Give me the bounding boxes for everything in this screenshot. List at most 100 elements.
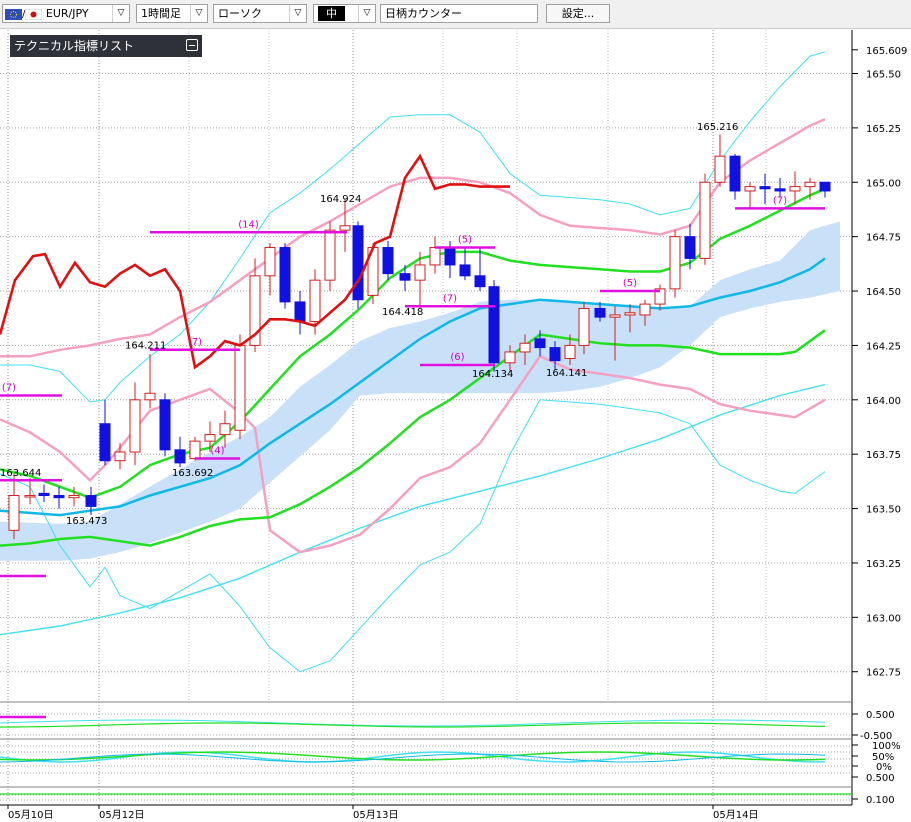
candle — [759, 173, 771, 205]
y-axis-tick-label: 162.75 — [866, 668, 901, 679]
candle-body — [264, 247, 276, 277]
candle-body — [85, 495, 97, 507]
price-annotation: 163.473 — [66, 516, 107, 527]
candle-body — [789, 186, 801, 192]
y-axis-tick-label: 163.75 — [866, 450, 901, 461]
candle — [279, 243, 291, 309]
candle-body — [68, 495, 80, 499]
candle — [99, 399, 111, 466]
y-axis-tick-label: 165.25 — [866, 124, 901, 135]
candle — [219, 410, 231, 448]
sub-panel-label: 0% — [876, 762, 892, 773]
day-counter-label: (7) — [443, 293, 457, 304]
candle — [744, 182, 756, 209]
candle — [24, 478, 36, 505]
candle — [699, 173, 711, 265]
candle-body — [578, 307, 590, 346]
x-axis-date-label: 05月13日 — [353, 809, 398, 821]
price-annotation: 164.924 — [320, 194, 361, 205]
candle-body — [352, 225, 364, 301]
sub-panel-label: 100% — [872, 741, 901, 752]
candle — [654, 284, 666, 311]
candle-body — [279, 247, 291, 303]
candle — [429, 236, 441, 274]
sub-panel-label: 0.100 — [866, 795, 895, 806]
y-axis-tick-label: 164.50 — [866, 287, 901, 298]
day-counter-label: (7) — [2, 382, 16, 393]
candle — [729, 153, 741, 200]
candle-body — [159, 399, 171, 451]
candle-body — [8, 495, 20, 531]
x-axis-date-label: 05月14日 — [713, 809, 758, 821]
candle-body — [38, 492, 50, 497]
candle-body — [53, 495, 65, 499]
candle-body — [382, 247, 394, 275]
day-counter-label: (4) — [210, 446, 224, 457]
candle-body — [744, 186, 756, 192]
candle-body — [564, 344, 576, 359]
minimize-icon[interactable] — [186, 39, 198, 51]
candle — [8, 473, 20, 540]
candle-body — [804, 181, 816, 188]
candle-body — [114, 451, 126, 462]
x-axis-date-label: 05月12日 — [99, 809, 144, 821]
y-axis-tick-label: 164.75 — [866, 233, 901, 244]
candle — [38, 484, 50, 503]
candle — [339, 199, 351, 252]
candle-body — [669, 236, 681, 290]
candle — [382, 241, 394, 281]
day-counter-label: (5) — [458, 235, 472, 246]
x-axis-date-label: 05月10日 — [8, 809, 53, 821]
y-axis-tick-label: 164.25 — [866, 341, 901, 352]
stochastic-slow-line — [0, 753, 826, 763]
candle-body — [488, 286, 500, 364]
candle-body — [639, 303, 651, 316]
candle — [53, 486, 65, 509]
sub-panel-label: 0.500 — [866, 710, 895, 721]
candle — [684, 223, 696, 270]
candle-body — [459, 264, 471, 277]
candle-body — [549, 347, 561, 362]
y-axis-tick-label: 163.00 — [866, 613, 901, 624]
candle-body — [294, 301, 306, 322]
candle — [399, 264, 411, 292]
chart-area[interactable]: 165.50 165.25 165.00 164.75 164.50 164.25 164.… — [0, 0, 911, 822]
candle — [114, 443, 126, 470]
candle — [294, 291, 306, 335]
candle — [144, 354, 156, 409]
day-counter-label: (7) — [188, 337, 202, 348]
candle — [159, 393, 171, 457]
candle — [174, 436, 186, 468]
candle-body — [219, 423, 231, 436]
candle-body — [429, 247, 441, 266]
candle — [819, 181, 831, 198]
price-annotation: 164.211 — [125, 341, 166, 352]
y-axis-tick-label: 163.25 — [866, 559, 901, 570]
oscillator-signal-line — [0, 722, 826, 728]
candle-body — [444, 247, 456, 266]
price-annotation: 164.418 — [382, 307, 423, 318]
candle-body — [129, 399, 141, 453]
candle-body — [324, 229, 336, 281]
candle-body — [534, 338, 546, 349]
price-annotation: 164.141 — [546, 368, 587, 379]
candle-body — [339, 225, 351, 231]
candle — [488, 280, 500, 372]
candle — [714, 134, 726, 187]
price-annotation: 164.134 — [472, 369, 513, 380]
candle-body — [99, 423, 111, 462]
y-axis-tick-label: 165.50 — [866, 70, 901, 81]
candle — [789, 171, 801, 205]
candle — [264, 243, 276, 296]
candle — [129, 382, 141, 466]
technical-indicator-panel[interactable]: テクニカル指標リスト — [10, 35, 202, 57]
y-axis-tick-label: 165.00 — [866, 178, 901, 189]
candle — [367, 243, 379, 305]
candle — [352, 221, 364, 309]
y-axis-tick-label: 163.50 — [866, 505, 901, 516]
price-annotation: 165.216 — [697, 122, 738, 133]
candle-body — [24, 495, 36, 498]
day-counter-label: (5) — [623, 278, 637, 289]
price-annotation: 163.692 — [172, 468, 213, 479]
candle-body — [684, 236, 696, 259]
